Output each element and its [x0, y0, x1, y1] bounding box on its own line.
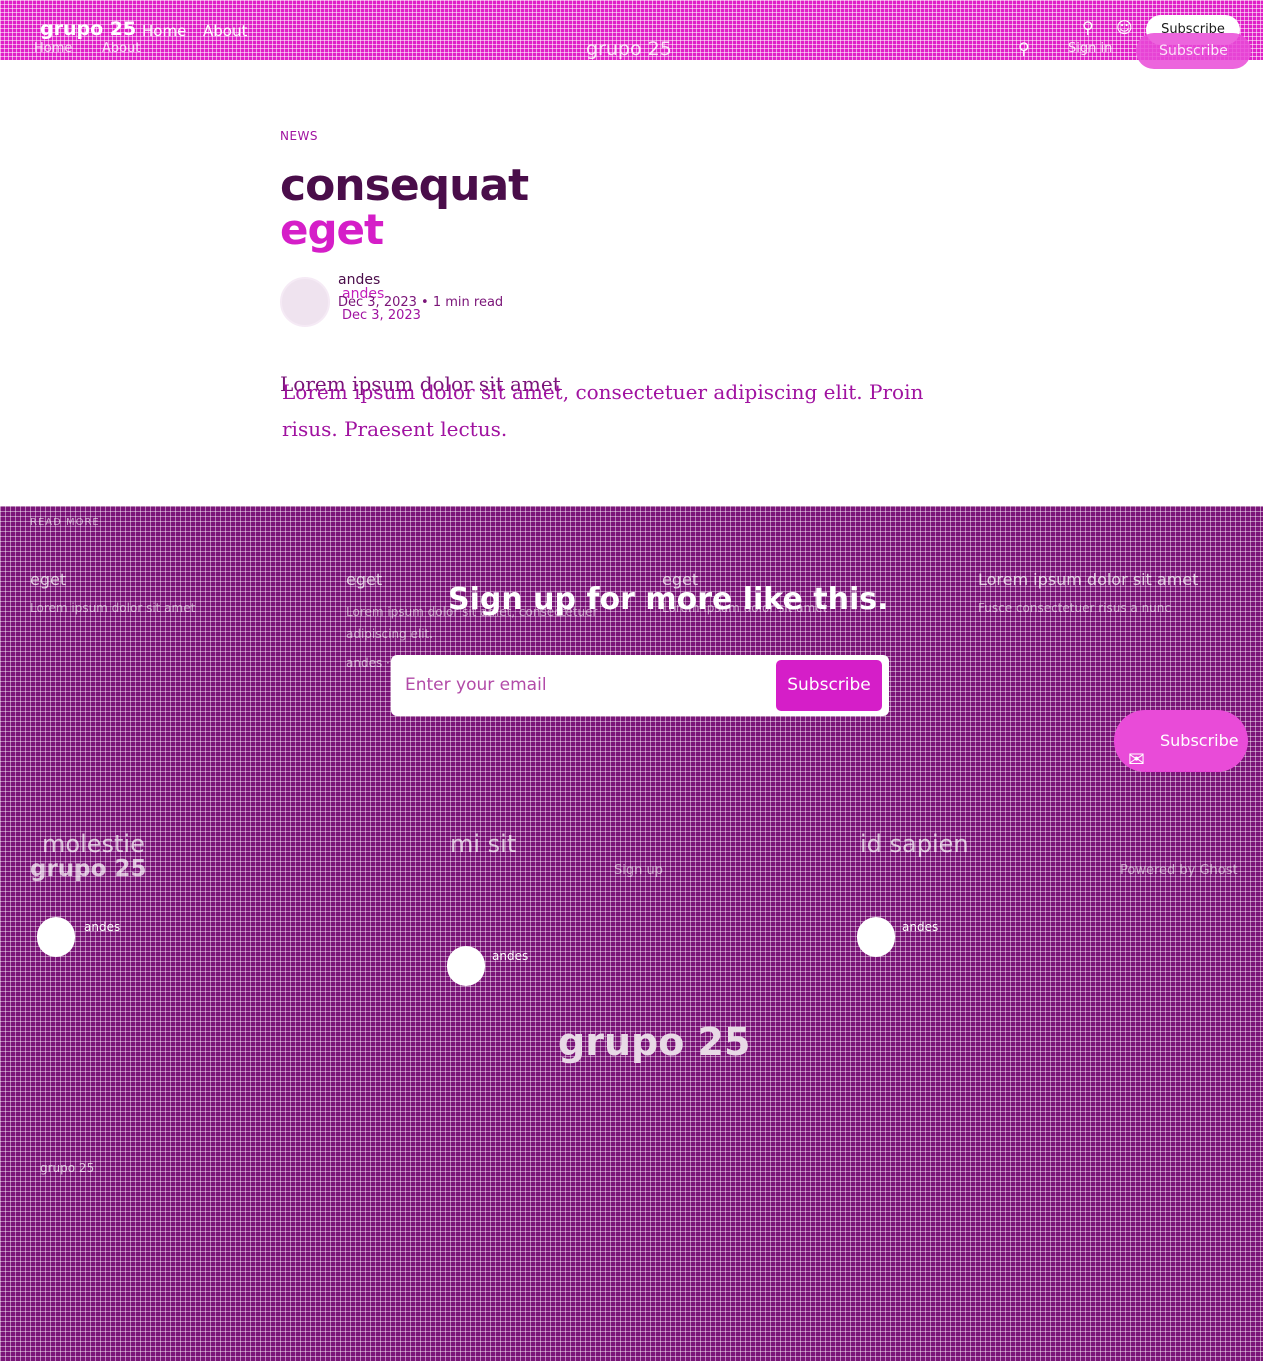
- author-avatar[interactable]: [857, 917, 895, 957]
- post-card-title[interactable]: eget: [346, 570, 382, 589]
- article-tag[interactable]: NEWS: [280, 129, 318, 143]
- author-name[interactable]: andes: [492, 949, 528, 963]
- post-card-title[interactable]: molestie: [42, 830, 145, 858]
- article-title: consequat: [280, 160, 529, 211]
- nav-about[interactable]: About: [203, 22, 247, 40]
- site-logo[interactable]: grupo 25: [40, 18, 136, 40]
- author-name[interactable]: andes: [902, 920, 938, 934]
- user-icon[interactable]: ☺: [1116, 18, 1133, 37]
- nav-home[interactable]: Home: [142, 22, 186, 40]
- author-avatar[interactable]: [280, 277, 330, 327]
- article-title-line2: eget: [280, 205, 384, 254]
- footer-logo[interactable]: grupo 25: [30, 856, 146, 882]
- read-more-heading: READ MORE: [30, 517, 100, 528]
- post-card-title[interactable]: id sapien: [860, 830, 969, 858]
- footer-small-logo[interactable]: grupo 25: [40, 1161, 94, 1175]
- bell-icon: ✉: [1128, 747, 1145, 771]
- footer-signup-link[interactable]: Sign up: [614, 863, 663, 878]
- article-date: Dec 3, 2023: [342, 308, 421, 323]
- footer-big-logo[interactable]: grupo 25: [558, 1020, 750, 1064]
- signin-link[interactable]: Sign in: [1068, 41, 1112, 56]
- post-card-title[interactable]: mi sit: [450, 830, 516, 858]
- article-body: Lorem ipsum dolor sit amet, consectetuer…: [282, 380, 924, 441]
- author-avatar[interactable]: [447, 946, 485, 986]
- nav-home-secondary[interactable]: Home: [34, 41, 72, 56]
- site-logo-center[interactable]: grupo 25: [586, 38, 672, 60]
- powered-by-link[interactable]: Powered by Ghost: [1120, 863, 1238, 878]
- signup-title: Sign up for more like this.: [448, 582, 889, 617]
- floating-subscribe-label: Subscribe: [1160, 731, 1239, 750]
- post-card-title[interactable]: Lorem ipsum dolor sit amet: [978, 570, 1198, 589]
- signup-subscribe-button[interactable]: Subscribe: [776, 660, 882, 711]
- floating-subscribe-button[interactable]: ✉ Subscribe: [1114, 710, 1248, 772]
- post-card-excerpt: Lorem ipsum dolor sit amet: [30, 601, 196, 615]
- subscribe-button-secondary[interactable]: Subscribe: [1136, 33, 1251, 69]
- signup-form: Subscribe: [391, 655, 889, 716]
- email-input[interactable]: [399, 665, 769, 705]
- site-header: grupo 25 Home About Home About grupo 25 …: [0, 0, 1263, 69]
- search-icon[interactable]: ⚲: [1018, 39, 1030, 58]
- author-avatar[interactable]: [37, 917, 75, 957]
- nav-about-secondary[interactable]: About: [102, 41, 140, 56]
- author-name[interactable]: andes: [84, 920, 120, 934]
- post-card-title[interactable]: eget: [30, 570, 66, 589]
- post-card-excerpt: Fusce consectetuer risus a nunc: [978, 601, 1171, 615]
- search-icon[interactable]: ⚲: [1082, 18, 1094, 37]
